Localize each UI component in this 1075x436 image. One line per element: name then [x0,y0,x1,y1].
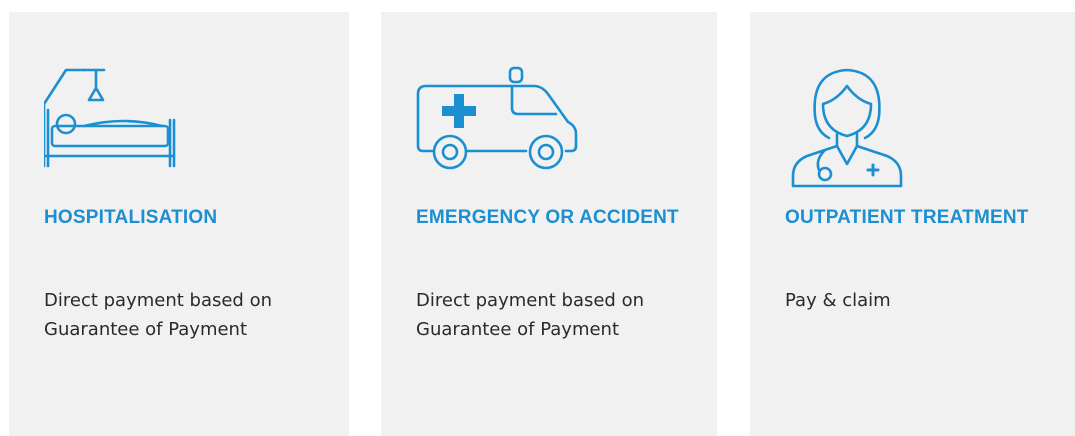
ambulance-icon [416,64,717,182]
card-title: EMERGENCY OR ACCIDENT [416,207,679,228]
card-description: Direct payment based on Guarantee of Pay… [416,290,644,340]
card-description: Pay & claim [785,290,891,311]
card-emergency-accident: EMERGENCY OR ACCIDENT Direct payment bas… [381,12,717,436]
doctor-icon [785,64,1075,188]
coverage-cards: HOSPITALISATION Direct payment based on … [0,0,1075,436]
card-title: HOSPITALISATION [44,207,218,228]
card-title: OUTPATIENT TREATMENT [785,207,1029,228]
card-hospitalisation: HOSPITALISATION Direct payment based on … [9,12,349,436]
card-outpatient-treatment: OUTPATIENT TREATMENT Pay & claim [750,12,1075,436]
hospital-bed-icon [44,64,349,182]
card-description: Direct payment based on Guarantee of Pay… [44,290,272,340]
